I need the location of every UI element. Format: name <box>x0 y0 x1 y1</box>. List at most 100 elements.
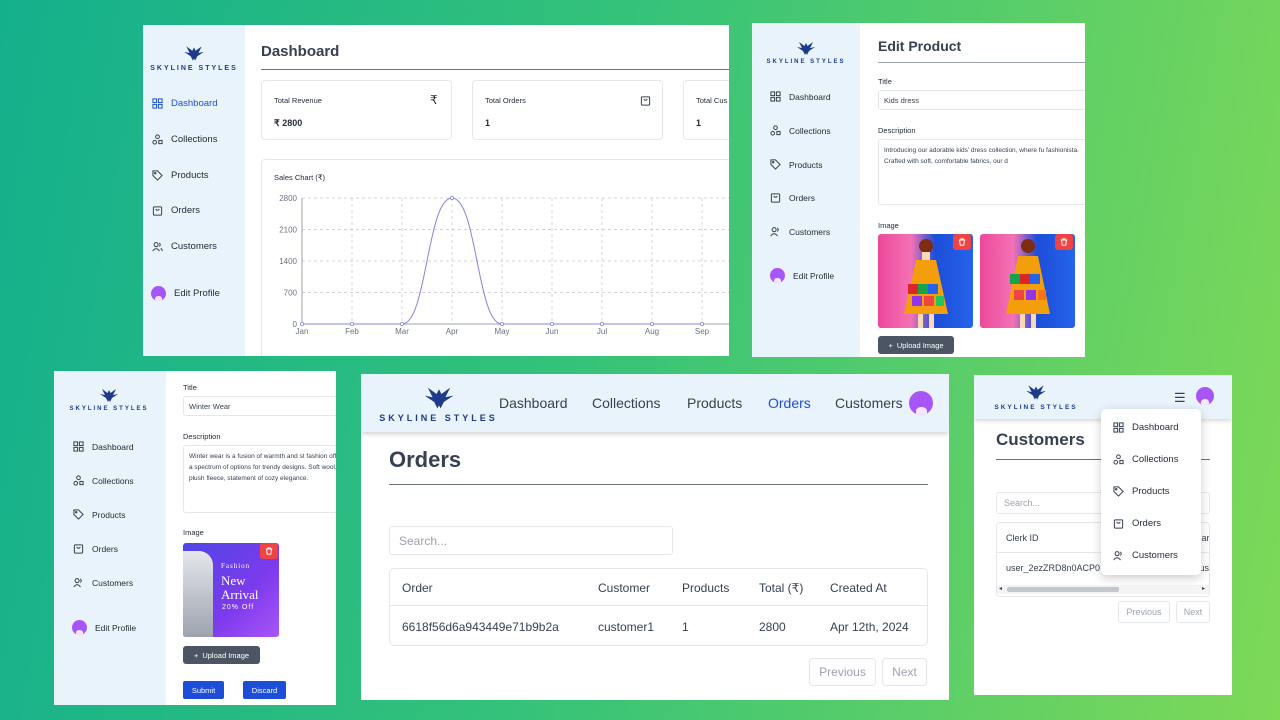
nav-dashboard[interactable]: Dashboard <box>499 395 568 411</box>
rupee-icon: ₹ <box>430 93 438 107</box>
nav-customers[interactable]: Customers <box>73 577 133 588</box>
nav-orders[interactable]: Orders <box>73 543 118 554</box>
nav-orders[interactable]: Orders <box>768 395 811 411</box>
title-divider <box>389 484 928 485</box>
shapes-icon <box>1113 454 1124 465</box>
nav-dashboard[interactable]: Dashboard <box>770 91 831 102</box>
avatar <box>770 268 785 283</box>
delete-image-button[interactable] <box>260 543 278 559</box>
tag-icon <box>1113 486 1124 497</box>
nav-products[interactable]: Products <box>687 395 742 411</box>
avatar <box>151 286 166 301</box>
nav-edit-profile[interactable]: Edit Profile <box>770 268 834 283</box>
upload-image-button[interactable]: + Upload Image <box>183 646 260 664</box>
x-tick-label: Jun <box>546 327 559 336</box>
x-tick-label: Sep <box>695 327 710 336</box>
nav-edit-profile[interactable]: Edit Profile <box>151 286 220 301</box>
nav-customers[interactable]: Customers <box>835 395 903 411</box>
scroll-right-arrow[interactable]: ▸ <box>1202 585 1205 592</box>
menu-item-products[interactable]: Products <box>1113 486 1170 497</box>
image-label: Image <box>878 221 899 230</box>
avatar[interactable] <box>1196 387 1214 405</box>
plus-icon: + <box>193 650 199 660</box>
horizontal-scrollbar[interactable]: ◂ ▸ <box>997 585 1209 594</box>
discard-button[interactable]: Discard <box>243 681 286 699</box>
menu-item-collections[interactable]: Collections <box>1113 454 1178 465</box>
previous-button[interactable]: Previous <box>809 658 876 686</box>
nav-products[interactable]: Products <box>73 509 126 520</box>
menu-item-label: Customers <box>1132 550 1178 561</box>
nav-collections[interactable]: Collections <box>73 475 134 486</box>
banner-line: Fashion <box>221 562 251 570</box>
search-input[interactable]: Search... <box>389 526 673 555</box>
x-tick-label: Jan <box>296 327 309 336</box>
nav-products[interactable]: Products <box>152 170 209 181</box>
next-button[interactable]: Next <box>1176 601 1210 623</box>
shopping-bag-icon <box>1113 519 1124 529</box>
menu-item-orders[interactable]: Orders <box>1113 518 1161 529</box>
delete-image-button[interactable] <box>953 234 971 250</box>
order-id-cell[interactable]: 6618f56d6a943449e71b9b2a <box>402 620 559 634</box>
previous-button[interactable]: Previous <box>1118 601 1170 623</box>
column-header[interactable]: Clerk ID <box>1006 533 1039 543</box>
delete-image-button[interactable] <box>1055 234 1073 250</box>
plus-icon: + <box>888 340 893 350</box>
description-textarea[interactable]: Introducing our adorable kids' dress col… <box>878 139 1085 205</box>
eagle-logo-icon <box>797 42 815 55</box>
column-header[interactable]: Products <box>682 581 729 595</box>
title-divider <box>261 69 729 70</box>
title-input[interactable]: Kids dress <box>878 90 1085 110</box>
nav-orders[interactable]: Orders <box>770 192 815 203</box>
stat-card-orders: Total Orders 1 <box>472 80 663 140</box>
nav-products-label: Products <box>92 509 126 520</box>
scroll-thumb[interactable] <box>1007 587 1119 592</box>
nav-collections[interactable]: Collections <box>770 125 831 136</box>
nav-collections[interactable]: Collections <box>152 134 217 145</box>
data-point <box>649 321 654 326</box>
brand-name: SKYLINE STYLES <box>150 65 238 72</box>
nav-collections-label: Collections <box>789 125 831 136</box>
next-button[interactable]: Next <box>882 658 927 686</box>
menu-icon[interactable]: ☰ <box>1174 391 1186 404</box>
brand-name: SKYLINE STYLES <box>379 413 498 423</box>
menu-item-label: Products <box>1132 486 1170 497</box>
nav-edit-profile-label: Edit Profile <box>174 288 220 299</box>
column-header[interactable]: Order <box>402 581 433 595</box>
nav-collections[interactable]: Collections <box>592 395 660 411</box>
data-point <box>300 321 305 326</box>
menu-item-customers[interactable]: Customers <box>1113 550 1178 561</box>
scroll-left-arrow[interactable]: ◂ <box>999 585 1002 592</box>
logo: SKYLINE STYLES <box>150 45 238 72</box>
column-header[interactable]: Created At <box>830 581 887 595</box>
column-header[interactable]: Total (₹) <box>759 581 803 595</box>
nav-dashboard[interactable]: Dashboard <box>152 98 217 109</box>
nav-products[interactable]: Products <box>770 159 823 170</box>
sidebar: SKYLINE STYLES Dashboard Collections Pro… <box>752 23 860 357</box>
nav-edit-profile[interactable]: Edit Profile <box>72 620 136 635</box>
nav-orders[interactable]: Orders <box>152 205 200 216</box>
column-header[interactable]: Customer <box>598 581 650 595</box>
trash-icon <box>265 547 273 555</box>
brand-name: SKYLINE STYLES <box>994 404 1078 411</box>
shapes-icon <box>152 134 163 145</box>
table-row[interactable]: 6618f56d6a943449e71b9b2a customer1 1 280… <box>390 606 927 645</box>
nav-customers[interactable]: Customers <box>770 226 830 237</box>
banner-line: Arrival <box>221 587 259 602</box>
x-tick-label: May <box>494 327 509 336</box>
data-point <box>350 321 355 326</box>
eagle-logo-icon <box>100 389 118 402</box>
avatar[interactable] <box>909 391 933 415</box>
clerk-id-cell[interactable]: user_2ezZRD8n0ACP0 <box>1006 563 1100 573</box>
nav-dashboard[interactable]: Dashboard <box>73 441 134 452</box>
description-textarea[interactable]: Winter wear is a fusion of warmth and st… <box>183 445 336 513</box>
upload-image-button[interactable]: + Upload Image <box>878 336 954 354</box>
nav-dashboard-label: Dashboard <box>789 91 831 102</box>
title-label: Title <box>183 383 197 392</box>
submit-button[interactable]: Submit <box>183 681 224 699</box>
shapes-icon <box>73 475 84 486</box>
menu-item-dashboard[interactable]: Dashboard <box>1113 422 1178 433</box>
menu-item-label: Orders <box>1132 518 1162 529</box>
nav-collections-label: Collections <box>92 475 134 486</box>
title-input[interactable]: Winter Wear <box>183 396 336 416</box>
nav-customers[interactable]: Customers <box>152 241 217 252</box>
